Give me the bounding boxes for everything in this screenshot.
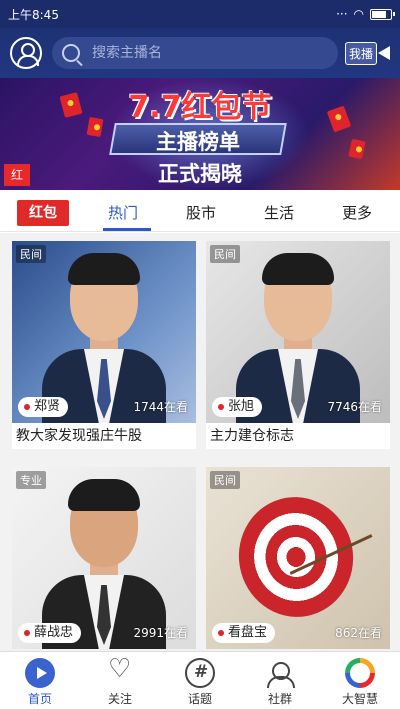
nav-community-label: 社群 (267, 692, 292, 706)
nav-follow[interactable]: 关注 (80, 652, 160, 709)
go-live-button[interactable]: 我播 (344, 41, 390, 65)
active-tab-indicator (103, 228, 151, 231)
banner-tagline: 正式揭晓 (158, 162, 242, 186)
tab-stock-market[interactable]: 股市 (186, 202, 216, 223)
tab-more[interactable]: 更多 (342, 202, 372, 223)
red-packet-button[interactable]: 红包 (17, 200, 69, 226)
host-photo: 专业 薛战忠 2991在看 (12, 467, 196, 649)
source-tag: 民间 (210, 471, 240, 489)
viewer-count: 7746在看 (327, 400, 382, 414)
profile-icon[interactable] (10, 37, 42, 69)
source-tag: 民间 (16, 245, 46, 263)
nav-topics-label: 话题 (187, 692, 212, 706)
viewer-count: 2991在看 (133, 626, 188, 640)
camera-icon (378, 46, 390, 60)
category-tabs: 红包 热门 股市 生活 更多 (0, 190, 400, 232)
live-card[interactable]: 民间 看盘宝 862在看 (206, 467, 390, 649)
top-header: 我播 (0, 28, 400, 78)
wifi-icon: ◠ (353, 7, 364, 21)
status-time: 上午8:45 (8, 7, 59, 22)
host-name: 看盘宝 (212, 623, 276, 643)
tab-life[interactable]: 生活 (264, 202, 294, 223)
live-title: 教大家发现强庄牛股 (16, 428, 142, 444)
search-bar[interactable] (52, 37, 338, 69)
nav-follow-label: 关注 (107, 692, 132, 706)
host-photo: 民间 张旭 7746在看 (206, 241, 390, 423)
home-play-icon (25, 658, 55, 688)
battery-icon (370, 8, 395, 20)
source-tag: 民间 (210, 245, 240, 263)
live-card[interactable]: 民间 张旭 7746在看 主力建仓标志 (206, 241, 390, 449)
host-name: 张旭 (212, 397, 263, 417)
nav-dazhihui-label: 大智慧 (341, 692, 378, 706)
banner-subtitle: 主播榜单 (156, 130, 240, 154)
viewer-count: 1744在看 (133, 400, 188, 414)
promo-banner[interactable]: 7.7红包节 主播榜单 正式揭晓 (0, 78, 400, 190)
tab-hot[interactable]: 热门 (108, 202, 138, 223)
live-card[interactable]: 专业 薛战忠 2991在看 (12, 467, 196, 649)
host-name: 薛战忠 (18, 623, 82, 643)
host-photo: 民间 看盘宝 862在看 (206, 467, 390, 649)
status-bar: 上午8:45 ··· ◠ (0, 0, 400, 28)
go-live-label: 我播 (344, 41, 377, 65)
host-photo: 民间 郑贤 1744在看 (12, 241, 196, 423)
search-icon (62, 44, 80, 62)
nav-home[interactable]: 首页 (0, 652, 80, 709)
banner-title: 7.7红包节 (128, 90, 272, 125)
nav-home-label: 首页 (27, 692, 52, 706)
community-icon (265, 658, 295, 688)
bottom-nav: 首页 关注 话题 社群 大智慧 (0, 651, 400, 709)
source-tag: 专业 (16, 471, 46, 489)
signal-icon: ··· (336, 7, 348, 21)
heart-icon (105, 654, 135, 688)
live-card[interactable]: 民间 郑贤 1744在看 教大家发现强庄牛股 (12, 241, 196, 449)
live-title: 主力建仓标志 (210, 428, 294, 444)
nav-dazhihui[interactable]: 大智慧 (320, 652, 400, 709)
dazhihui-logo-icon (345, 658, 375, 688)
banner-corner-tag: 红 (4, 164, 30, 186)
viewer-count: 862在看 (335, 626, 382, 640)
red-envelope-icon (348, 138, 366, 160)
live-card-grid: 民间 郑贤 1744在看 教大家发现强庄牛股 民间 张旭 7746在看 主力建仓… (0, 233, 400, 651)
topic-hash-icon (185, 658, 215, 688)
host-name: 郑贤 (18, 397, 69, 417)
target-graphic (229, 488, 363, 626)
nav-community[interactable]: 社群 (240, 652, 320, 709)
nav-topics[interactable]: 话题 (160, 652, 240, 709)
search-input[interactable] (92, 45, 312, 61)
status-icons: ··· ◠ (336, 7, 395, 21)
